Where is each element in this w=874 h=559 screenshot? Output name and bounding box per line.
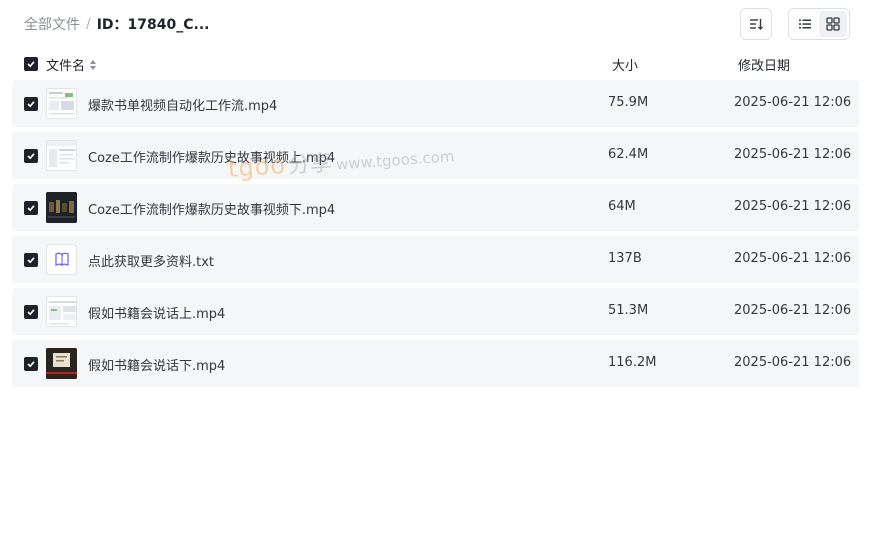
- file-name[interactable]: 点此获取更多资料.txt: [88, 251, 214, 270]
- file-size: 116.2M: [608, 355, 657, 370]
- file-date: 2025-06-21 12:06: [734, 147, 852, 162]
- select-all-checkbox[interactable]: [24, 57, 38, 71]
- checkmark-icon: [27, 257, 35, 264]
- file-size: 62.4M: [608, 147, 649, 162]
- file-date: 2025-06-21 12:06: [734, 251, 852, 266]
- row-checkbox[interactable]: [24, 201, 38, 215]
- table-row[interactable]: 假如书籍会说话下.mp4 116.2M 2025-06-21 12:06: [12, 340, 859, 387]
- view-toggle: [788, 8, 850, 40]
- file-date: 2025-06-21 12:06: [734, 95, 852, 110]
- row-checkbox[interactable]: [24, 97, 38, 111]
- table-row[interactable]: Coze工作流制作爆款历史故事视频下.mp4 64M 2025-06-21 12…: [12, 184, 859, 231]
- table-row[interactable]: 点此获取更多资料.txt 137B 2025-06-21 12:06: [12, 236, 859, 283]
- column-header-name-label: 文件名: [46, 59, 86, 74]
- file-date: 2025-06-21 12:06: [734, 199, 852, 214]
- document-icon: [46, 244, 77, 275]
- grid-view-button[interactable]: [819, 11, 847, 37]
- video-thumbnail: [46, 192, 77, 223]
- row-checkbox[interactable]: [24, 149, 38, 163]
- checkmark-icon: [27, 361, 35, 368]
- file-size: 51.3M: [608, 303, 649, 318]
- video-thumbnail: [46, 348, 77, 379]
- file-name[interactable]: 假如书籍会说话上.mp4: [88, 303, 225, 322]
- row-checkbox[interactable]: [24, 305, 38, 319]
- list-view-icon: [799, 19, 811, 29]
- file-size: 75.9M: [608, 95, 649, 110]
- table-row[interactable]: 假如书籍会说话上.mp4 51.3M 2025-06-21 12:06: [12, 288, 859, 335]
- top-bar: 全部文件 / ID：17840_C...: [0, 0, 874, 48]
- checkmark-icon: [27, 205, 35, 212]
- row-checkbox[interactable]: [24, 253, 38, 267]
- checkmark-icon: [27, 101, 35, 108]
- sort-arrows-icon: [90, 59, 97, 70]
- list-view-button[interactable]: [791, 11, 819, 37]
- file-size: 64M: [608, 199, 636, 214]
- table-row[interactable]: Coze工作流制作爆款历史故事视频上.mp4 62.4M 2025-06-21 …: [12, 132, 859, 179]
- checkmark-icon: [27, 153, 35, 160]
- breadcrumb-root-link[interactable]: 全部文件: [24, 14, 80, 34]
- file-name[interactable]: 假如书籍会说话下.mp4: [88, 355, 225, 374]
- file-name[interactable]: Coze工作流制作爆款历史故事视频上.mp4: [88, 147, 335, 166]
- breadcrumb: 全部文件 / ID：17840_C...: [24, 14, 209, 34]
- checkmark-icon: [27, 61, 35, 68]
- grid-view-icon: [826, 17, 840, 31]
- breadcrumb-separator: /: [86, 16, 91, 32]
- sort-button[interactable]: [740, 8, 772, 40]
- column-header-name[interactable]: 文件名: [46, 55, 98, 74]
- file-size: 137B: [608, 251, 642, 266]
- video-thumbnail: [46, 296, 77, 327]
- column-header-size[interactable]: 大小: [612, 55, 638, 74]
- file-name[interactable]: 爆款书单视频自动化工作流.mp4: [88, 95, 277, 114]
- video-thumbnail: [46, 88, 77, 119]
- breadcrumb-current-folder: ID：17840_C...: [96, 17, 210, 33]
- table-header: 文件名 大小 修改日期: [12, 50, 859, 78]
- file-date: 2025-06-21 12:06: [734, 303, 852, 318]
- row-checkbox[interactable]: [24, 357, 38, 371]
- sort-icon: [750, 19, 763, 30]
- file-name[interactable]: Coze工作流制作爆款历史故事视频下.mp4: [88, 199, 335, 218]
- video-thumbnail: [46, 140, 77, 171]
- checkmark-icon: [27, 309, 35, 316]
- file-date: 2025-06-21 12:06: [734, 355, 852, 370]
- column-header-date[interactable]: 修改日期: [738, 55, 790, 74]
- table-row[interactable]: 爆款书单视频自动化工作流.mp4 75.9M 2025-06-21 12:06: [12, 80, 859, 127]
